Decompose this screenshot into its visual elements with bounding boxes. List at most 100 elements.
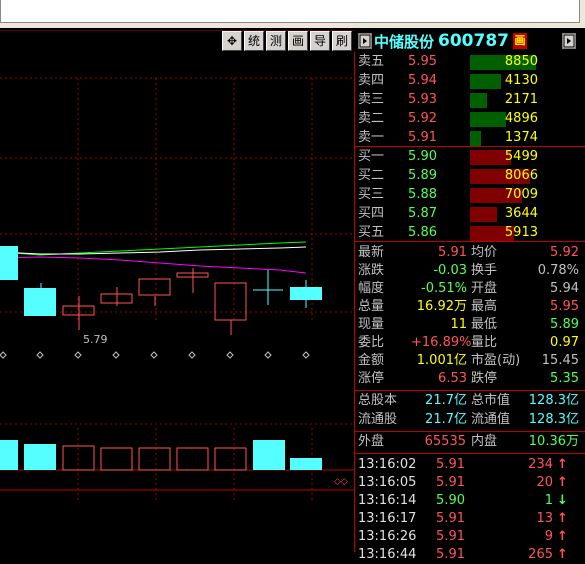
tick-row[interactable]: 13:16:02 5.91 234 ↑ (355, 456, 585, 474)
tick-price: 5.91 (436, 475, 465, 490)
toolbar-button-draw[interactable]: 画 (288, 31, 308, 51)
order-level-label: 买五 (358, 225, 385, 240)
tick-price: 5.91 (436, 547, 465, 562)
order-price: 5.94 (408, 73, 437, 88)
buy-order-row[interactable]: 买一 5.90 5499 (355, 148, 585, 166)
order-volume: 7009 (504, 187, 538, 202)
inner-label: 内盘 (471, 434, 498, 449)
order-volume: 8850 (504, 54, 538, 69)
stat-value: 1.001亿 (416, 353, 467, 368)
move-crosshair-button[interactable]: ✥ (222, 31, 242, 51)
stat-value: 15.45 (541, 353, 579, 368)
capital-value: 128.3亿 (528, 412, 579, 427)
tick-time: 13:16:02 (358, 457, 417, 472)
buy-order-row[interactable]: 买二 5.89 8066 (355, 167, 585, 185)
orderbook-divider (355, 146, 585, 147)
buy-order-row[interactable]: 买三 5.88 7009 (355, 186, 585, 204)
arrow-up-icon: ↑ (557, 475, 568, 490)
order-volume-bar (470, 93, 487, 108)
collapse-left-button[interactable] (358, 33, 372, 49)
tick-row[interactable]: 13:16:17 5.91 13 ↑ (355, 510, 585, 528)
outer-value: 65535 (424, 434, 466, 449)
stat-value: -0.51% (421, 281, 467, 296)
order-level-label: 买四 (358, 206, 385, 221)
toolbar-button-refresh[interactable]: 刷 (332, 31, 352, 51)
order-volume: 2171 (504, 92, 538, 107)
window-top-strip (0, 0, 585, 28)
collapse-right-button[interactable] (562, 33, 576, 49)
tick-time: 13:16:14 (358, 493, 417, 508)
stat-label: 金额 (358, 353, 385, 368)
scroll-arrows-icon[interactable]: ◇◇ (334, 477, 348, 487)
stat-value: 0.78% (537, 263, 579, 278)
capital-value: 128.3亿 (528, 393, 579, 408)
quote-stat-row: 幅度 -0.51% 开盘 5.94 (355, 280, 585, 298)
quote-stat-row: 涨停 6.53 跌停 5.35 (355, 370, 585, 388)
ticks-divider (355, 453, 585, 454)
stat-label: 量比 (471, 335, 498, 350)
order-volume: 3644 (504, 206, 538, 221)
stat-label: 最低 (471, 317, 498, 332)
order-level-label: 卖一 (358, 130, 385, 145)
candle (290, 287, 322, 300)
sell-order-row[interactable]: 卖四 5.94 4130 (355, 72, 585, 90)
stat-value: 5.89 (550, 317, 579, 332)
stat-label: 均价 (471, 245, 498, 260)
order-price: 5.93 (408, 92, 437, 107)
tick-price: 5.91 (436, 511, 465, 526)
order-level-label: 卖五 (358, 54, 385, 69)
order-volume-bar (470, 131, 481, 146)
stat-value: 16.92万 (416, 299, 467, 314)
toolbar-button-export[interactable]: 导 (310, 31, 330, 51)
order-price: 5.86 (408, 225, 437, 240)
signal-markers (0, 351, 310, 359)
order-price: 5.95 (408, 54, 437, 69)
stat-value: 5.35 (550, 371, 579, 386)
tick-time: 13:16:26 (358, 529, 417, 544)
order-level-label: 卖二 (358, 111, 385, 126)
quote-stat-row: 最新 5.91 均价 5.92 (355, 244, 585, 262)
capital-row: 总股本 21.7亿 总市值 128.3亿 (355, 392, 585, 410)
quote-stat-row: 委比 +16.89% 量比 0.97 (355, 334, 585, 352)
capital-value: 21.7亿 (425, 412, 467, 427)
tick-row[interactable]: 13:16:44 5.91 265 ↑ (355, 546, 585, 564)
tick-row[interactable]: 13:16:26 5.91 9 ↑ (355, 528, 585, 546)
stock-badge[interactable]: 画 (513, 33, 527, 49)
candles (0, 246, 322, 335)
capital-label: 总市值 (471, 393, 511, 408)
buy-order-row[interactable]: 买四 5.87 3644 (355, 205, 585, 223)
buy-order-row[interactable]: 买五 5.86 5913 (355, 224, 585, 242)
kline-chart[interactable]: 5.79 ◇◇ (0, 30, 354, 552)
sell-order-row[interactable]: 卖一 5.91 1374 (355, 129, 585, 147)
candle (24, 288, 56, 316)
stat-label: 跌停 (471, 371, 498, 386)
order-volume: 1374 (504, 130, 538, 145)
low-price-label: 5.79 (83, 333, 108, 346)
stat-label: 现量 (358, 317, 385, 332)
toolbar-button-measure[interactable]: 测 (266, 31, 286, 51)
candle (138, 278, 171, 296)
stat-label: 换手 (471, 263, 498, 278)
tick-row[interactable]: 13:16:05 5.91 20 ↑ (355, 474, 585, 492)
outer-label: 外盘 (358, 434, 385, 449)
order-level-label: 买三 (358, 187, 385, 202)
chart-toolbar: ✥ 统 测 画 导 刷 (222, 31, 352, 51)
capital-row: 流通股 21.7亿 流通值 128.3亿 (355, 411, 585, 429)
outer-inner-row: 外盘 65535 内盘 10.36万 (355, 433, 585, 451)
stock-name: 中储股份 (374, 32, 435, 51)
sell-order-row[interactable]: 卖二 5.92 4896 (355, 110, 585, 128)
toolbar-button-stats[interactable]: 统 (244, 31, 264, 51)
order-volume: 4896 (504, 111, 538, 126)
arrow-up-icon: ↑ (557, 547, 568, 562)
tick-row[interactable]: 13:16:14 5.90 1 ↓ (355, 492, 585, 510)
order-volume: 4130 (504, 73, 538, 88)
sell-order-row[interactable]: 卖三 5.93 2171 (355, 91, 585, 109)
order-price: 5.91 (408, 130, 437, 145)
quote-stat-row: 总量 16.92万 最高 5.95 (355, 298, 585, 316)
stat-value: 5.91 (438, 245, 467, 260)
order-level-label: 卖四 (358, 73, 385, 88)
sell-order-row[interactable]: 卖五 5.95 8850 (355, 53, 585, 71)
arrow-up-icon: ↑ (557, 457, 568, 472)
stats-divider (355, 390, 585, 391)
stock-header: 中储股份 600787 画 (374, 30, 560, 52)
